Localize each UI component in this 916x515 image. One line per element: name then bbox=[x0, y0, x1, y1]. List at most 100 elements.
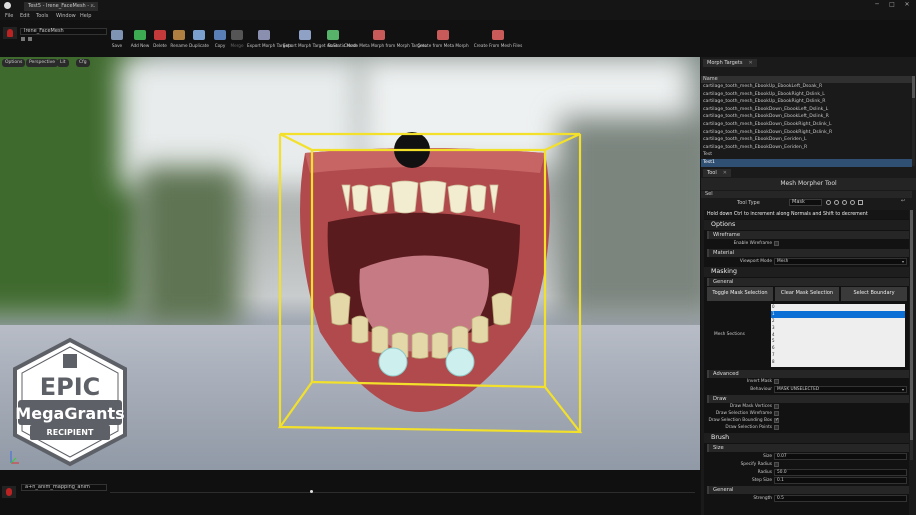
draw-selection-bbox-checkbox[interactable] bbox=[774, 417, 779, 424]
tool-scrollbar[interactable] bbox=[910, 210, 913, 460]
morph-target-row[interactable]: cartilage_tooth_mesh_EbookDown_EbookLeft… bbox=[701, 106, 912, 114]
close-icon[interactable]: ✕ bbox=[723, 170, 727, 176]
size-field[interactable]: 0.07 bbox=[774, 453, 907, 460]
morph-target-row[interactable]: Test bbox=[701, 151, 912, 159]
browse-icon[interactable] bbox=[21, 37, 25, 41]
badge-line-2: MegaGrants bbox=[15, 404, 125, 423]
general-brush-header[interactable]: General bbox=[707, 486, 909, 494]
toolbar-icon bbox=[258, 30, 270, 40]
tool-category[interactable]: Sel bbox=[701, 191, 912, 198]
step-size-field[interactable]: 0.1 bbox=[774, 477, 907, 484]
toggle-mask-selection-button[interactable]: Toggle Mask Selection bbox=[707, 287, 773, 301]
select-boundary-button[interactable]: Select Boundary bbox=[841, 287, 907, 301]
tool-action-icon[interactable] bbox=[850, 200, 855, 205]
viewport-mode-dropdown[interactable]: Mesh bbox=[774, 258, 907, 265]
mesh-section-item[interactable]: 4 bbox=[771, 332, 905, 339]
menu-file[interactable]: File bbox=[5, 13, 13, 19]
animation-combo[interactable]: a+h_anim_mapping_anim bbox=[21, 484, 107, 491]
mesh-section-item[interactable]: 5 bbox=[771, 338, 905, 345]
playhead-icon[interactable] bbox=[310, 490, 313, 493]
mesh-section-item[interactable]: 2 bbox=[771, 318, 905, 325]
advanced-header[interactable]: Advanced bbox=[707, 370, 909, 378]
toolbar-button-copy[interactable]: Copy bbox=[213, 30, 227, 48]
tool-title: Mesh Morpher Tool bbox=[701, 178, 916, 190]
behaviour-dropdown[interactable]: MASK UNSELECTED bbox=[774, 386, 907, 393]
toolbar-button-save[interactable]: Save bbox=[110, 30, 124, 48]
toolbar-button-duplicate[interactable]: Duplicate bbox=[188, 30, 210, 48]
morph-target-row[interactable]: cartilage_tooth_mesh_EbookUp_EbookLeft_D… bbox=[701, 83, 912, 91]
minimize-button[interactable]: ─ bbox=[870, 0, 884, 11]
menu-window[interactable]: Window bbox=[56, 13, 76, 19]
morph-targets-scrollbar[interactable] bbox=[912, 76, 915, 166]
mesh-section-item[interactable]: 0 bbox=[771, 304, 905, 311]
toolbar-button-rename[interactable]: Rename bbox=[170, 30, 188, 48]
tool-type-dropdown[interactable]: Mask bbox=[789, 199, 822, 206]
options-header[interactable]: Options bbox=[704, 220, 909, 230]
menu-tools[interactable]: Tools bbox=[36, 13, 48, 19]
draw-mask-vertices-checkbox[interactable] bbox=[774, 404, 779, 409]
general-header[interactable]: General bbox=[707, 278, 909, 286]
wireframe-header[interactable]: Wireframe bbox=[707, 231, 909, 239]
tool-close-icon[interactable] bbox=[858, 200, 863, 205]
toolbar-button-label: Bake bbox=[327, 43, 339, 48]
morph-target-row[interactable]: cartilage_tooth_mesh_EbookDown_EbookRigh… bbox=[701, 129, 912, 137]
asset-selector: Irene_FaceMesh bbox=[0, 27, 110, 47]
use-selected-icon[interactable] bbox=[28, 37, 32, 41]
tool-action-icon[interactable] bbox=[842, 200, 847, 205]
draw-selection-wireframe-checkbox[interactable] bbox=[774, 411, 779, 416]
tool-action-icon[interactable] bbox=[826, 200, 831, 205]
morph-target-row[interactable]: Test1 bbox=[701, 158, 912, 167]
invert-mask-checkbox[interactable] bbox=[774, 379, 779, 384]
tool-action-icon[interactable] bbox=[834, 200, 839, 205]
draw-header[interactable]: Draw bbox=[707, 395, 909, 403]
morph-target-row[interactable]: cartilage_tooth_mesh_EbookDown_EbookRigh… bbox=[701, 121, 912, 129]
tab-morph-targets[interactable]: Morph Targets ✕ bbox=[703, 59, 757, 67]
toolbar-button-export-morph-targets[interactable]: Export Morph Targets bbox=[247, 30, 292, 48]
toolbar-icon bbox=[214, 30, 226, 40]
title-bar: Test5 - Irene_FaceMesh - ... ✕ ─ □ ✕ bbox=[0, 0, 916, 11]
close-icon[interactable]: ✕ bbox=[748, 60, 752, 66]
reset-icon[interactable]: ↩ bbox=[901, 198, 906, 204]
toolbar-button-merge[interactable]: Merge bbox=[230, 30, 244, 48]
draw-selection-points-checkbox[interactable] bbox=[774, 425, 779, 430]
toolbar-button-add-new[interactable]: Add New bbox=[130, 30, 150, 48]
enable-wireframe-checkbox[interactable] bbox=[774, 241, 779, 246]
brush-header[interactable]: Brush bbox=[704, 433, 909, 443]
toolbar-button-export-morph-target-as-static-mesh[interactable]: Export Morph Target As Static Mesh bbox=[283, 30, 358, 48]
strength-field[interactable]: 0.5 bbox=[774, 495, 907, 502]
morph-target-row[interactable]: cartilage_tooth_mesh_EbookDown_EbookLeft… bbox=[701, 113, 912, 121]
radius-field[interactable]: 50.0 bbox=[774, 469, 907, 476]
toolbar-button-create-from-mesh-files[interactable]: Create From Mesh Files bbox=[472, 30, 524, 48]
mesh-section-item[interactable]: 6 bbox=[771, 345, 905, 352]
specify-radius-checkbox[interactable] bbox=[774, 462, 779, 467]
clear-mask-selection-button[interactable]: Clear Mask Selection bbox=[775, 287, 839, 301]
menu-edit[interactable]: Edit bbox=[20, 13, 30, 19]
morph-target-row[interactable]: cartilage_tooth_mesh_EbookUp_EbookRight_… bbox=[701, 98, 912, 106]
mesh-section-item[interactable]: 7 bbox=[771, 352, 905, 359]
mesh-sections-list[interactable]: 012345678 bbox=[771, 304, 905, 367]
material-header[interactable]: Material bbox=[707, 249, 909, 257]
toolbar-button-delete[interactable]: Delete bbox=[152, 30, 168, 48]
close-tab-icon[interactable]: ✕ bbox=[90, 3, 94, 9]
mesh-section-item[interactable]: 3 bbox=[771, 325, 905, 332]
asset-combo[interactable]: Irene_FaceMesh bbox=[20, 28, 107, 35]
maximize-button[interactable]: □ bbox=[885, 0, 899, 11]
mesh-section-item[interactable]: 1 bbox=[771, 310, 905, 318]
toolbar-icon bbox=[492, 30, 504, 40]
tab-tool[interactable]: Tool ✕ bbox=[703, 169, 731, 177]
morph-target-row[interactable]: cartilage_tooth_mesh_EbookDown_Eeriden_R bbox=[701, 144, 912, 152]
morph-targets-header[interactable]: Name bbox=[701, 76, 912, 83]
toolbar-button-create-meta-morph-from-morph-targets[interactable]: Create Meta Morph from Morph Targets bbox=[344, 30, 426, 48]
viewport[interactable]: Options Perspective Lit Cfg EPIC MegaGra… bbox=[0, 57, 700, 470]
toolbar-button-create-from-meta-morph[interactable]: Create from Meta Morph bbox=[417, 30, 469, 48]
mesh-section-item[interactable]: 8 bbox=[771, 359, 905, 366]
timeline-scrubber[interactable] bbox=[110, 492, 695, 493]
asset-window-tab[interactable]: Test5 - Irene_FaceMesh - ... bbox=[24, 2, 98, 11]
masking-header[interactable]: Masking bbox=[704, 267, 909, 277]
size-header[interactable]: Size bbox=[707, 444, 909, 452]
menu-help[interactable]: Help bbox=[80, 13, 91, 19]
morph-target-row[interactable]: cartilage_tooth_mesh_EbookDown_Eeriden_L bbox=[701, 136, 912, 144]
window-close-button[interactable]: ✕ bbox=[900, 0, 914, 11]
morph-target-row[interactable]: cartilage_tooth_mesh_EbookUp_EbookRight_… bbox=[701, 91, 912, 99]
toolbar-button-bake[interactable]: Bake bbox=[326, 30, 340, 48]
